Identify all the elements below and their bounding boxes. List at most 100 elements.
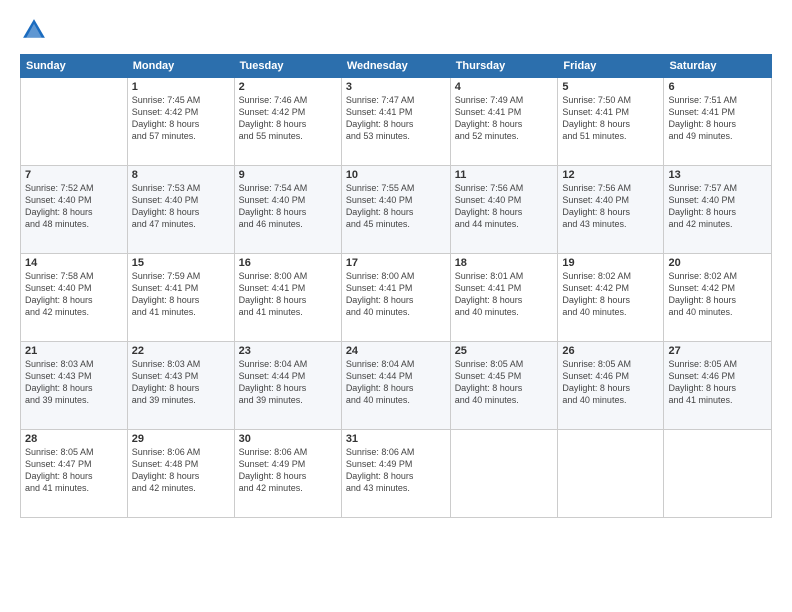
day-number: 2	[239, 81, 337, 93]
calendar-cell: 26Sunrise: 8:05 AMSunset: 4:46 PMDayligh…	[558, 342, 664, 430]
calendar-week-row: 7Sunrise: 7:52 AMSunset: 4:40 PMDaylight…	[21, 166, 772, 254]
calendar-cell: 19Sunrise: 8:02 AMSunset: 4:42 PMDayligh…	[558, 254, 664, 342]
day-number: 22	[132, 345, 230, 357]
day-number: 30	[239, 433, 337, 445]
calendar-cell: 21Sunrise: 8:03 AMSunset: 4:43 PMDayligh…	[21, 342, 128, 430]
calendar-week-row: 1Sunrise: 7:45 AMSunset: 4:42 PMDaylight…	[21, 78, 772, 166]
calendar-cell: 14Sunrise: 7:58 AMSunset: 4:40 PMDayligh…	[21, 254, 128, 342]
calendar-cell: 31Sunrise: 8:06 AMSunset: 4:49 PMDayligh…	[341, 430, 450, 518]
day-info: Sunrise: 7:51 AMSunset: 4:41 PMDaylight:…	[668, 94, 767, 143]
calendar-cell: 9Sunrise: 7:54 AMSunset: 4:40 PMDaylight…	[234, 166, 341, 254]
day-info: Sunrise: 8:00 AMSunset: 4:41 PMDaylight:…	[346, 270, 446, 319]
calendar-cell: 6Sunrise: 7:51 AMSunset: 4:41 PMDaylight…	[664, 78, 772, 166]
weekday-header: Friday	[558, 55, 664, 78]
day-number: 7	[25, 169, 123, 181]
day-info: Sunrise: 7:58 AMSunset: 4:40 PMDaylight:…	[25, 270, 123, 319]
day-info: Sunrise: 8:00 AMSunset: 4:41 PMDaylight:…	[239, 270, 337, 319]
day-number: 11	[455, 169, 554, 181]
weekday-header: Saturday	[664, 55, 772, 78]
calendar-week-row: 21Sunrise: 8:03 AMSunset: 4:43 PMDayligh…	[21, 342, 772, 430]
calendar-cell: 15Sunrise: 7:59 AMSunset: 4:41 PMDayligh…	[127, 254, 234, 342]
day-info: Sunrise: 7:56 AMSunset: 4:40 PMDaylight:…	[562, 182, 659, 231]
day-info: Sunrise: 7:46 AMSunset: 4:42 PMDaylight:…	[239, 94, 337, 143]
weekday-header: Thursday	[450, 55, 558, 78]
calendar-cell: 5Sunrise: 7:50 AMSunset: 4:41 PMDaylight…	[558, 78, 664, 166]
day-info: Sunrise: 7:57 AMSunset: 4:40 PMDaylight:…	[668, 182, 767, 231]
day-info: Sunrise: 8:05 AMSunset: 4:46 PMDaylight:…	[668, 358, 767, 407]
day-number: 26	[562, 345, 659, 357]
calendar-cell: 23Sunrise: 8:04 AMSunset: 4:44 PMDayligh…	[234, 342, 341, 430]
calendar-cell: 30Sunrise: 8:06 AMSunset: 4:49 PMDayligh…	[234, 430, 341, 518]
day-number: 5	[562, 81, 659, 93]
header-row: SundayMondayTuesdayWednesdayThursdayFrid…	[21, 55, 772, 78]
day-number: 29	[132, 433, 230, 445]
day-number: 27	[668, 345, 767, 357]
day-number: 16	[239, 257, 337, 269]
day-number: 1	[132, 81, 230, 93]
calendar-cell: 24Sunrise: 8:04 AMSunset: 4:44 PMDayligh…	[341, 342, 450, 430]
calendar-cell	[21, 78, 128, 166]
day-info: Sunrise: 8:05 AMSunset: 4:46 PMDaylight:…	[562, 358, 659, 407]
calendar-cell: 20Sunrise: 8:02 AMSunset: 4:42 PMDayligh…	[664, 254, 772, 342]
logo	[20, 16, 52, 44]
day-info: Sunrise: 7:59 AMSunset: 4:41 PMDaylight:…	[132, 270, 230, 319]
calendar-cell	[664, 430, 772, 518]
page-header	[20, 16, 772, 44]
day-number: 23	[239, 345, 337, 357]
day-number: 24	[346, 345, 446, 357]
day-info: Sunrise: 8:06 AMSunset: 4:48 PMDaylight:…	[132, 446, 230, 495]
day-info: Sunrise: 8:04 AMSunset: 4:44 PMDaylight:…	[346, 358, 446, 407]
day-info: Sunrise: 7:50 AMSunset: 4:41 PMDaylight:…	[562, 94, 659, 143]
day-number: 17	[346, 257, 446, 269]
day-number: 9	[239, 169, 337, 181]
day-info: Sunrise: 7:55 AMSunset: 4:40 PMDaylight:…	[346, 182, 446, 231]
calendar-cell	[558, 430, 664, 518]
day-number: 4	[455, 81, 554, 93]
day-number: 3	[346, 81, 446, 93]
day-info: Sunrise: 8:03 AMSunset: 4:43 PMDaylight:…	[132, 358, 230, 407]
calendar-cell: 13Sunrise: 7:57 AMSunset: 4:40 PMDayligh…	[664, 166, 772, 254]
day-number: 25	[455, 345, 554, 357]
day-number: 12	[562, 169, 659, 181]
day-number: 14	[25, 257, 123, 269]
day-info: Sunrise: 8:02 AMSunset: 4:42 PMDaylight:…	[562, 270, 659, 319]
calendar-cell: 11Sunrise: 7:56 AMSunset: 4:40 PMDayligh…	[450, 166, 558, 254]
day-info: Sunrise: 8:06 AMSunset: 4:49 PMDaylight:…	[346, 446, 446, 495]
day-number: 8	[132, 169, 230, 181]
day-info: Sunrise: 7:54 AMSunset: 4:40 PMDaylight:…	[239, 182, 337, 231]
day-info: Sunrise: 8:04 AMSunset: 4:44 PMDaylight:…	[239, 358, 337, 407]
day-info: Sunrise: 8:01 AMSunset: 4:41 PMDaylight:…	[455, 270, 554, 319]
calendar-cell: 17Sunrise: 8:00 AMSunset: 4:41 PMDayligh…	[341, 254, 450, 342]
day-info: Sunrise: 8:02 AMSunset: 4:42 PMDaylight:…	[668, 270, 767, 319]
day-number: 20	[668, 257, 767, 269]
day-info: Sunrise: 8:05 AMSunset: 4:45 PMDaylight:…	[455, 358, 554, 407]
calendar-cell: 2Sunrise: 7:46 AMSunset: 4:42 PMDaylight…	[234, 78, 341, 166]
weekday-header: Sunday	[21, 55, 128, 78]
calendar-cell: 1Sunrise: 7:45 AMSunset: 4:42 PMDaylight…	[127, 78, 234, 166]
day-number: 28	[25, 433, 123, 445]
calendar-header: SundayMondayTuesdayWednesdayThursdayFrid…	[21, 55, 772, 78]
day-info: Sunrise: 7:47 AMSunset: 4:41 PMDaylight:…	[346, 94, 446, 143]
day-number: 31	[346, 433, 446, 445]
day-info: Sunrise: 7:53 AMSunset: 4:40 PMDaylight:…	[132, 182, 230, 231]
day-number: 13	[668, 169, 767, 181]
calendar-week-row: 14Sunrise: 7:58 AMSunset: 4:40 PMDayligh…	[21, 254, 772, 342]
weekday-header: Monday	[127, 55, 234, 78]
day-number: 19	[562, 257, 659, 269]
day-info: Sunrise: 7:52 AMSunset: 4:40 PMDaylight:…	[25, 182, 123, 231]
calendar-body: 1Sunrise: 7:45 AMSunset: 4:42 PMDaylight…	[21, 78, 772, 518]
day-number: 10	[346, 169, 446, 181]
calendar-table: SundayMondayTuesdayWednesdayThursdayFrid…	[20, 54, 772, 518]
day-number: 21	[25, 345, 123, 357]
day-info: Sunrise: 8:06 AMSunset: 4:49 PMDaylight:…	[239, 446, 337, 495]
calendar-cell: 18Sunrise: 8:01 AMSunset: 4:41 PMDayligh…	[450, 254, 558, 342]
weekday-header: Tuesday	[234, 55, 341, 78]
weekday-header: Wednesday	[341, 55, 450, 78]
calendar-cell: 22Sunrise: 8:03 AMSunset: 4:43 PMDayligh…	[127, 342, 234, 430]
calendar-cell: 12Sunrise: 7:56 AMSunset: 4:40 PMDayligh…	[558, 166, 664, 254]
day-number: 15	[132, 257, 230, 269]
calendar-cell: 10Sunrise: 7:55 AMSunset: 4:40 PMDayligh…	[341, 166, 450, 254]
day-number: 18	[455, 257, 554, 269]
day-info: Sunrise: 8:03 AMSunset: 4:43 PMDaylight:…	[25, 358, 123, 407]
day-number: 6	[668, 81, 767, 93]
